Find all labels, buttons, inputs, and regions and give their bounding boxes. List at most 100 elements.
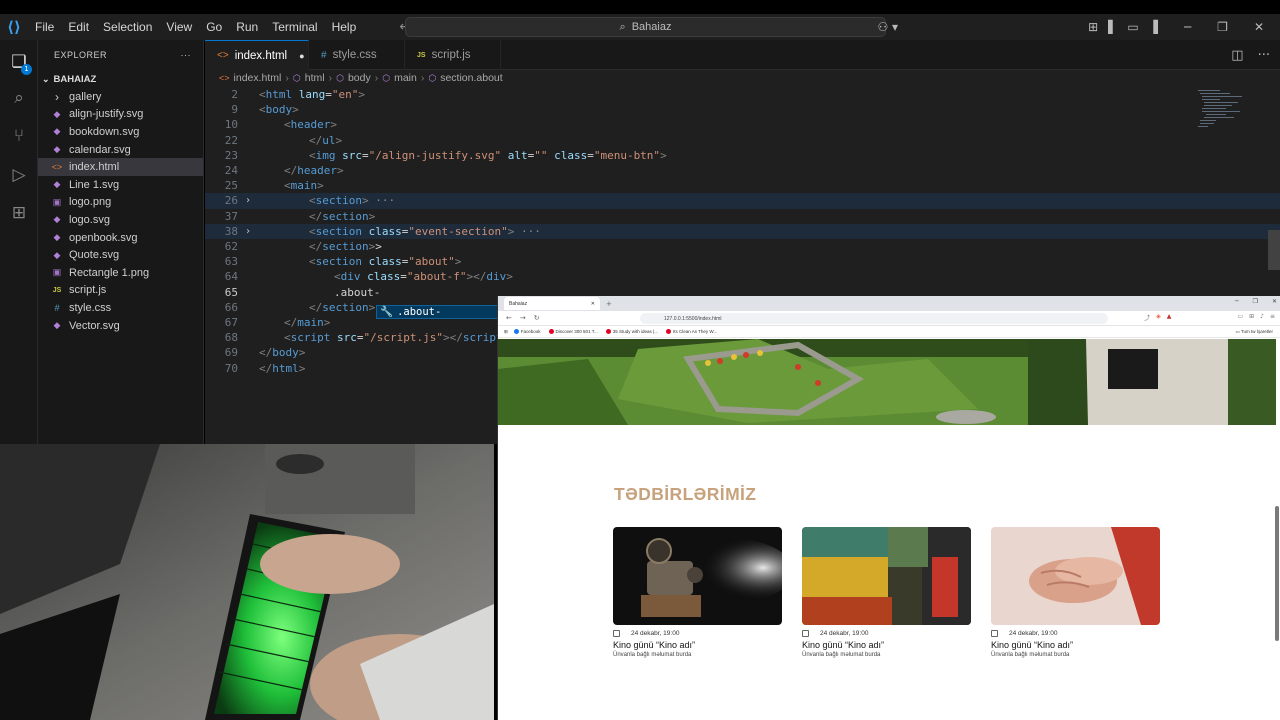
music-icon[interactable]: ♪ xyxy=(1260,313,1264,322)
file-item[interactable]: ◆ bookdown.svg xyxy=(38,123,203,141)
command-center-search[interactable]: ⌕ Bahaiaz xyxy=(405,17,886,37)
fold-chevron-icon[interactable]: › xyxy=(245,224,251,239)
menu-icon[interactable]: ≡ xyxy=(1270,313,1275,322)
menu-file[interactable]: File xyxy=(28,20,61,34)
code-line[interactable]: 64 <div class="about-f"></div> xyxy=(205,269,1280,284)
extensions-icon[interactable]: ⊞ xyxy=(1249,313,1254,322)
minimap[interactable] xyxy=(1196,88,1266,138)
code-line[interactable]: 22 </ul> xyxy=(205,133,1280,148)
file-item[interactable]: <> index.html xyxy=(38,158,203,176)
tab-script-js[interactable]: JS script.js xyxy=(405,40,501,70)
suggestion-widget[interactable]: 🔧 .about- xyxy=(376,305,498,319)
more-actions-icon[interactable]: ··· xyxy=(1258,48,1270,63)
file-item[interactable]: ◆ logo.svg xyxy=(38,211,203,229)
all-bookmarks[interactable]: ▭ Tum tw İşaretler xyxy=(1235,329,1273,335)
minimize-icon[interactable]: ─ xyxy=(1235,298,1239,305)
bookmark-item[interactable]: Facebook xyxy=(513,329,541,334)
layout-customize-icon[interactable]: ⊞ xyxy=(1088,20,1098,34)
event-card[interactable]: 24 dekabr, 19:00 Kino günü “Kino adı” Ün… xyxy=(802,527,971,658)
calendar-icon xyxy=(991,630,998,637)
split-editor-icon[interactable]: ◫ xyxy=(1231,48,1243,63)
copilot-icon[interactable]: ⚇ ▾ xyxy=(877,20,898,34)
explorer-title: EXPLORER xyxy=(54,50,108,60)
workspace-folder[interactable]: ⌄ BAHAIAZ xyxy=(38,70,203,88)
reload-icon[interactable]: ↻ xyxy=(534,314,540,322)
file-item[interactable]: JS script.js xyxy=(38,282,203,300)
breadcrumb-item[interactable]: body xyxy=(348,72,371,84)
code-line[interactable]: 23 <img src="/align-justify.svg" alt="" c… xyxy=(205,148,1280,163)
breadcrumb-item[interactable]: index.html xyxy=(234,72,282,84)
file-item[interactable]: # style.css xyxy=(38,299,203,317)
apps-icon[interactable]: ⊞ xyxy=(504,329,508,335)
menu-edit[interactable]: Edit xyxy=(61,20,96,34)
toggle-sidebar-icon[interactable]: ▌ xyxy=(1108,20,1117,34)
browser-scrollbar[interactable] xyxy=(1275,506,1279,641)
file-item[interactable]: ◆ Quote.svg xyxy=(38,246,203,264)
address-bar[interactable]: 127.0.0.1:5500/index.html xyxy=(640,313,1108,324)
code-line[interactable]: 62 </section>> xyxy=(205,239,1280,254)
share-icon[interactable]: ⤴ xyxy=(1144,313,1150,322)
shield-icon[interactable]: ◈ xyxy=(1156,313,1161,322)
tab-index-html[interactable]: <> index.html ● xyxy=(205,40,309,70)
restore-icon[interactable]: ❐ xyxy=(1253,298,1258,305)
code-line[interactable]: 24 </header> xyxy=(205,163,1280,178)
code-line[interactable]: 38 › <section class="event-section"> ··· xyxy=(205,223,1280,239)
back-arrow-icon[interactable]: ← xyxy=(506,314,512,322)
menu-view[interactable]: View xyxy=(159,20,199,34)
code-line[interactable]: 10 <header> xyxy=(205,117,1280,132)
event-card[interactable]: 24 dekabr, 19:00 Kino günü “Kino adı” Ün… xyxy=(991,527,1160,658)
modified-dot-icon[interactable]: ● xyxy=(299,51,304,61)
menu-selection[interactable]: Selection xyxy=(96,20,159,34)
code-line[interactable]: 63 <section class="about"> xyxy=(205,254,1280,269)
file-item[interactable]: ◆ align-justify.svg xyxy=(38,106,203,124)
sidebar-icon[interactable]: ▭ xyxy=(1237,313,1243,322)
breadcrumb-item[interactable]: main xyxy=(394,72,417,84)
explorer-icon[interactable]: ❏ 1 xyxy=(7,50,32,75)
browser-tab[interactable]: Bahaiaz ✕ xyxy=(504,297,600,310)
breadcrumb-item[interactable]: html xyxy=(305,72,325,84)
editor-scrollbar[interactable] xyxy=(1268,230,1280,270)
tab-close-icon[interactable]: ✕ xyxy=(591,301,595,307)
code-line[interactable]: 26 › <section> ··· xyxy=(205,193,1280,209)
menu-go[interactable]: Go xyxy=(199,20,229,34)
code-token: section xyxy=(315,224,362,238)
file-item[interactable]: › gallery xyxy=(38,88,203,106)
toggle-panel-icon[interactable]: ▭ xyxy=(1127,20,1138,34)
file-item[interactable]: ◆ openbook.svg xyxy=(38,229,203,247)
file-item[interactable]: ◆ calendar.svg xyxy=(38,141,203,159)
fold-chevron-icon[interactable]: › xyxy=(245,193,251,208)
search-icon[interactable]: ⌕ xyxy=(7,86,31,110)
code-line[interactable]: 2 <html lang="en"> xyxy=(205,87,1280,102)
minimize-icon[interactable]: ─ xyxy=(1184,20,1191,34)
bookmark-item[interactable]: Discover 300 501 T... xyxy=(548,329,598,334)
file-item[interactable]: ▣ Rectangle 1.png xyxy=(38,264,203,282)
menu-help[interactable]: Help xyxy=(325,20,364,34)
new-tab-icon[interactable]: + xyxy=(606,300,612,308)
tab-style-css[interactable]: # style.css xyxy=(309,40,405,70)
event-card[interactable]: 24 dekabr, 19:00 Kino günü “Kino adı” Ün… xyxy=(613,527,782,658)
rewards-icon[interactable]: ▲ xyxy=(1167,313,1172,322)
more-actions-icon[interactable]: ··· xyxy=(181,50,192,60)
menu-terminal[interactable]: Terminal xyxy=(265,20,324,34)
code-line[interactable]: 9 <body> xyxy=(205,102,1280,117)
menu-run[interactable]: Run xyxy=(229,20,265,34)
close-icon[interactable]: ✕ xyxy=(1272,298,1277,305)
code-line[interactable]: 37 </section> xyxy=(205,209,1280,224)
restore-icon[interactable]: ❐ xyxy=(1217,20,1228,34)
file-item[interactable]: ◆ Line 1.svg xyxy=(38,176,203,194)
run-debug-icon[interactable]: ▷ xyxy=(7,163,31,187)
code-line[interactable]: 25 <main> xyxy=(205,178,1280,193)
breadcrumb-item[interactable]: section.about xyxy=(440,72,502,84)
bookmark-item[interactable]: Its Clean As They W... xyxy=(665,329,717,334)
pinterest-icon xyxy=(665,329,671,334)
bookmark-item[interactable]: 35 Study with ideas |... xyxy=(605,329,658,334)
file-item[interactable]: ▣ logo.png xyxy=(38,194,203,212)
file-item[interactable]: ◆ Vector.svg xyxy=(38,317,203,335)
extensions-icon[interactable]: ⊞ xyxy=(7,201,31,225)
toggle-secondary-sidebar-icon[interactable]: ▐ xyxy=(1149,20,1158,34)
source-control-icon[interactable]: ⑂ xyxy=(7,124,31,148)
workspace-folder-label: BAHAIAZ xyxy=(53,73,97,85)
suggestion-item[interactable]: .about- xyxy=(397,306,441,318)
close-icon[interactable]: ✕ xyxy=(1254,20,1264,34)
forward-arrow-icon[interactable]: → xyxy=(520,314,526,322)
